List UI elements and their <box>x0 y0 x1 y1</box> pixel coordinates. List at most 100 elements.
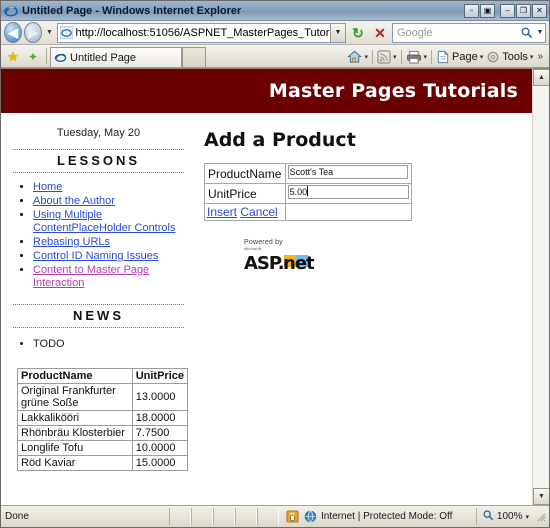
tools-caret-icon[interactable]: ▾ <box>530 53 534 61</box>
sidebar-link-rebasing-urls[interactable]: Rebasing URLs <box>33 236 110 248</box>
favorites-center-icon[interactable]: ★ <box>3 46 23 67</box>
status-pane-1 <box>169 508 191 525</box>
table-row: Original Frankfurter grüne Soße 13.0000 <box>17 383 189 411</box>
url-dropdown-button[interactable]: ▼ <box>330 23 345 42</box>
actions-spacer-cell <box>284 203 413 221</box>
text-caret <box>307 186 309 196</box>
web-page: Master Pages Tutorials Tuesday, May 20 L… <box>1 69 532 505</box>
maximize-button[interactable]: ❐ <box>516 3 531 18</box>
security-zone[interactable]: Internet | Protected Mode: Off <box>285 510 476 524</box>
lessons-list: Home About the Author Using Multiple Con… <box>21 181 188 290</box>
sidebar-link-content-to-master-page-interaction[interactable]: Content to Master Page Interaction <box>33 264 149 289</box>
table-row: Longlife Tofu 10.0000 <box>17 440 189 456</box>
label-unitprice: UnitPrice <box>204 183 286 204</box>
search-box[interactable]: Google ▼ <box>392 22 546 43</box>
cell-productname: Lakkalikööri <box>17 410 133 426</box>
command-divider <box>371 49 373 64</box>
sidebar: Tuesday, May 20 LESSONS Home About the A… <box>1 113 196 471</box>
table-header-row: ProductName UnitPrice <box>17 368 189 384</box>
cell-unitprice: 7.7500 <box>131 425 189 441</box>
restore-small-button[interactable]: ▫ <box>464 3 479 18</box>
cell-unitprice: 15.0000 <box>131 455 189 471</box>
productname-input[interactable]: Scott's Tea <box>287 165 408 179</box>
restore-group-button[interactable]: ▣ <box>480 3 495 18</box>
add-product-form: ProductName Scott's Tea UnitPrice 5.00 I… <box>204 163 413 221</box>
powered-by-label: Powered by <box>244 239 283 246</box>
sidebar-link-control-id-naming-issues[interactable]: Control ID Naming Issues <box>33 250 158 262</box>
form-row-actions: Insert Cancel <box>204 203 413 221</box>
stop-button[interactable]: ✕ <box>370 23 390 43</box>
print-button[interactable]: ▾ <box>405 47 429 66</box>
status-pane-4 <box>235 508 257 525</box>
scroll-up-button[interactable]: ▲ <box>533 69 549 86</box>
field-cell-productname: Scott's Tea <box>284 163 413 184</box>
scroll-down-button[interactable]: ▼ <box>533 488 549 505</box>
column-header-productname: ProductName <box>17 368 133 384</box>
tab-favicon <box>54 51 67 64</box>
toolbar-divider <box>46 48 47 64</box>
protected-mode-icon <box>285 510 299 524</box>
tab-untitled-page[interactable]: Untitled Page <box>50 47 182 67</box>
back-button[interactable]: ◀ <box>4 22 23 43</box>
insert-link[interactable]: Insert <box>207 205 237 219</box>
cancel-link[interactable]: Cancel <box>240 205 277 219</box>
sidebar-link-about-the-author[interactable]: About the Author <box>33 195 115 207</box>
search-dropdown-caret-icon[interactable]: ▼ <box>535 29 545 36</box>
tab-label: Untitled Page <box>70 51 137 64</box>
sidebar-link-using-multiple-contentplaceholder-controls[interactable]: Using Multiple ContentPlaceHolder Contro… <box>33 209 175 234</box>
search-input[interactable]: Google <box>393 27 517 39</box>
resize-grip[interactable] <box>535 511 547 523</box>
search-icon[interactable] <box>517 24 535 42</box>
print-caret-icon[interactable]: ▾ <box>424 53 428 61</box>
home-caret-icon[interactable]: ▾ <box>364 53 368 61</box>
news-heading: NEWS <box>13 304 184 328</box>
command-bar: ▾ ▾ ▾ Page ▾ Tools ▾ » <box>346 46 547 67</box>
status-pane-3 <box>213 508 235 525</box>
feeds-caret-icon[interactable]: ▾ <box>393 53 397 61</box>
label-productname: ProductName <box>204 163 286 184</box>
unitprice-input[interactable]: 5.00 <box>287 185 409 199</box>
toolbar-overflow-icon[interactable]: » <box>535 51 545 62</box>
list-item: Home <box>33 181 188 194</box>
zone-label: Internet | Protected Mode: Off <box>321 511 453 522</box>
forward-button[interactable]: ▶ <box>24 22 43 43</box>
sidebar-link-home[interactable]: Home <box>33 181 62 193</box>
page-scrollbar[interactable]: ▲ ▼ <box>532 69 549 505</box>
aspnet-wordmark: ASP. net <box>244 252 336 278</box>
internet-zone-icon <box>303 510 317 524</box>
page-caret-icon[interactable]: ▾ <box>480 53 484 61</box>
zoom-caret-icon[interactable]: ▾ <box>525 513 529 521</box>
page-menu-button[interactable]: Page ▾ <box>435 47 484 66</box>
site-banner: Master Pages Tutorials <box>1 69 532 113</box>
recent-pages-caret-icon[interactable]: ▼ <box>44 23 54 43</box>
feeds-button[interactable]: ▾ <box>376 47 398 66</box>
zoom-icon <box>482 509 494 524</box>
home-icon <box>347 50 363 63</box>
tools-menu-button[interactable]: Tools ▾ <box>485 47 534 66</box>
cell-productname: Original Frankfurter grüne Soße <box>17 383 133 411</box>
minimize-button[interactable]: – <box>500 3 515 18</box>
svg-text:ASP.: ASP. <box>244 253 284 274</box>
status-pane-2 <box>191 508 213 525</box>
zoom-control[interactable]: 100% ▾ <box>475 508 535 525</box>
command-divider-3 <box>431 49 433 64</box>
rss-feed-icon <box>377 49 391 64</box>
list-item: Rebasing URLs <box>33 236 188 249</box>
status-message: Done <box>5 511 29 522</box>
news-list: TODO <box>21 338 188 350</box>
command-divider-2 <box>400 49 402 64</box>
window-title: Untitled Page - Windows Internet Explore… <box>22 4 242 17</box>
unitprice-value: 5.00 <box>289 187 308 197</box>
status-bar: Done Internet | Protected Mode: Off 100%… <box>1 505 549 527</box>
home-button[interactable]: ▾ <box>346 47 369 66</box>
cell-unitprice: 13.0000 <box>131 383 189 411</box>
add-to-favorites-icon[interactable]: ✦ <box>23 46 43 67</box>
close-button[interactable]: ✕ <box>532 3 547 18</box>
current-date: Tuesday, May 20 <box>56 127 141 139</box>
list-item: Control ID Naming Issues <box>33 250 188 263</box>
cell-unitprice: 18.0000 <box>131 410 189 426</box>
tab-bar: ★ ✦ Untitled Page ▾ ▾ ▾ Page ▾ Tools ▾ » <box>1 45 549 68</box>
url-input[interactable]: http://localhost:51056/ASPNET_MasterPage… <box>56 22 346 43</box>
new-tab-button[interactable] <box>182 47 206 67</box>
refresh-button[interactable]: ↻ <box>348 23 368 43</box>
